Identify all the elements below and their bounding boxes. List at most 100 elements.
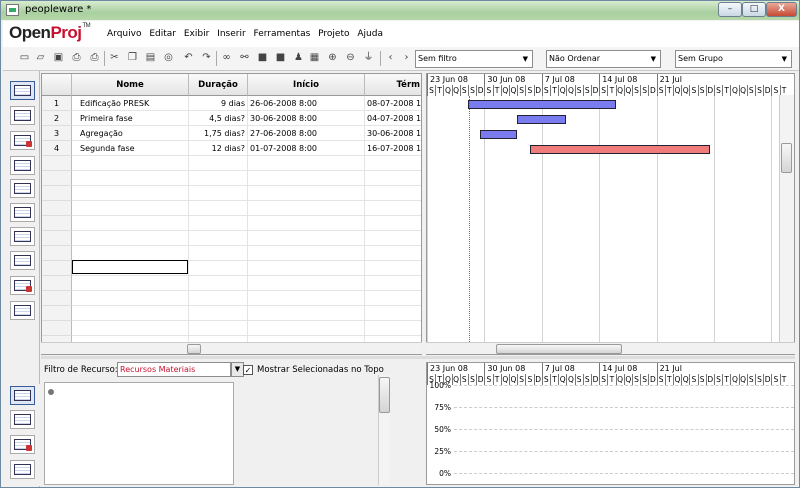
menu-projeto[interactable]: Projeto [318,29,349,39]
task-name-cell[interactable]: Primeira fase [72,111,189,126]
minimize-button[interactable]: – [718,2,742,17]
zoom-out-icon[interactable]: ⊖ [345,52,356,63]
task-end-cell[interactable] [365,171,421,186]
task-end-cell[interactable] [365,216,421,231]
sort-select[interactable]: Não Ordenar ▼ [546,50,661,68]
row-number[interactable]: 3 [42,126,72,141]
task-duration-cell[interactable] [189,306,248,321]
task-duration-cell[interactable] [189,261,248,276]
task-name-cell[interactable]: Edificação PRESK [72,96,189,111]
task-name-cell[interactable] [72,231,189,246]
task-duration-cell[interactable] [189,186,248,201]
column-header-inicio[interactable]: Início [248,74,365,96]
task-start-cell[interactable] [248,156,365,171]
gantt-task-bar[interactable] [517,115,567,124]
task-duration-cell[interactable] [189,201,248,216]
column-header-termino[interactable]: Térm [365,74,421,96]
gantt-horizontal-scrollbar[interactable] [426,342,795,354]
row-number[interactable] [42,291,72,306]
save-icon[interactable]: ▣ [53,52,64,63]
task-duration-cell[interactable] [189,291,248,306]
task-end-cell[interactable] [365,186,421,201]
task-start-cell[interactable] [248,306,365,321]
task-end-cell[interactable] [365,291,421,306]
menu-exibir[interactable]: Exibir [184,29,209,39]
rbs-view-button[interactable] [10,227,35,246]
histogram-view-button[interactable] [10,386,35,405]
resource-list[interactable] [44,382,234,485]
menu-inserir[interactable]: Inserir [217,29,246,39]
task-duration-cell[interactable]: 1,75 dias? [189,126,248,141]
table-horizontal-scrollbar[interactable] [41,342,422,354]
title-bar[interactable]: peopleware * – □ X [1,1,799,20]
resource-vertical-scrollbar[interactable] [378,375,390,485]
reports-view-button[interactable] [10,276,35,295]
task-start-cell[interactable] [248,171,365,186]
task-name-cell[interactable] [72,291,189,306]
row-number[interactable] [42,156,72,171]
gantt-task-bar[interactable] [529,145,710,154]
row-number[interactable]: 4 [42,141,72,156]
zoom-in-icon[interactable]: ⊕ [327,52,338,63]
scroll-thumb[interactable] [379,377,390,413]
task-name-cell[interactable] [72,156,189,171]
task-duration-cell[interactable]: 4,5 dias? [189,111,248,126]
task-start-cell[interactable] [248,276,365,291]
task-start-cell[interactable] [248,321,365,336]
task-start-cell[interactable] [248,231,365,246]
task-name-cell[interactable] [72,216,189,231]
task-end-cell[interactable] [365,246,421,261]
scroll-to-task-icon[interactable]: ⏚ [363,52,374,63]
column-header-duracao[interactable]: Duração [189,74,248,96]
task-name-cell[interactable]: Agregação [72,126,189,141]
task-duration-cell[interactable] [189,216,248,231]
row-number[interactable]: 1 [42,96,72,111]
calendar-icon[interactable]: ▦ [309,52,320,63]
task-end-cell[interactable]: 04-07-2008 13: [365,111,421,126]
task-usage-view-button[interactable] [10,131,35,150]
task-name-cell[interactable] [72,246,189,261]
task-end-cell[interactable] [365,261,421,276]
row-number[interactable] [42,201,72,216]
task-name-cell[interactable] [72,186,189,201]
resource-usage-detail-button[interactable] [10,460,35,479]
undo-icon[interactable]: ↶ [183,52,194,63]
task-name-cell[interactable] [72,171,189,186]
gantt-task-bar[interactable] [468,100,616,109]
task-end-cell[interactable]: 08-07-2008 17: [365,96,421,111]
task-start-cell[interactable]: 01-07-2008 8:00 [248,141,365,156]
calendar-view-button[interactable] [10,251,35,270]
task-name-cell[interactable] [72,306,189,321]
cell-editor[interactable] [72,260,188,274]
charts-view-button[interactable] [10,410,35,429]
row-number[interactable] [42,171,72,186]
row-number[interactable] [42,186,72,201]
task-end-cell[interactable] [365,231,421,246]
tracking-gantt-view-button[interactable] [10,106,35,125]
filter-select[interactable]: Sem filtro ▼ [415,50,533,68]
row-number[interactable] [42,276,72,291]
resource-filter-select[interactable]: Recursos Materiais [117,362,231,377]
chevron-right-icon[interactable]: › [401,52,412,63]
task-start-cell[interactable]: 26-06-2008 8:00 [248,96,365,111]
network-view-button[interactable] [10,203,35,222]
group-select[interactable]: Sem Grupo ▼ [675,50,792,68]
row-number[interactable] [42,261,72,276]
task-name-cell[interactable] [72,276,189,291]
assign-resources-icon[interactable]: ♟ [293,52,304,63]
menu-editar[interactable]: Editar [149,29,176,39]
task-duration-cell[interactable]: 9 dias [189,96,248,111]
pane-splitter[interactable] [41,356,795,359]
task-duration-cell[interactable]: 12 dias? [189,141,248,156]
scroll-thumb[interactable] [496,344,622,354]
task-start-cell[interactable] [248,291,365,306]
row-number[interactable] [42,231,72,246]
gantt-vertical-scrollbar[interactable] [779,95,794,342]
task-name-cell[interactable]: Segunda fase [72,141,189,156]
print-icon[interactable]: ⎙ [89,52,100,63]
task-end-cell[interactable]: 30-06-2008 17: [365,126,421,141]
redo-icon[interactable]: ↷ [201,52,212,63]
gantt-view-button[interactable] [10,81,35,100]
task-start-cell[interactable]: 30-06-2008 8:00 [248,111,365,126]
unlink-icon[interactable]: ⚯ [239,52,250,63]
